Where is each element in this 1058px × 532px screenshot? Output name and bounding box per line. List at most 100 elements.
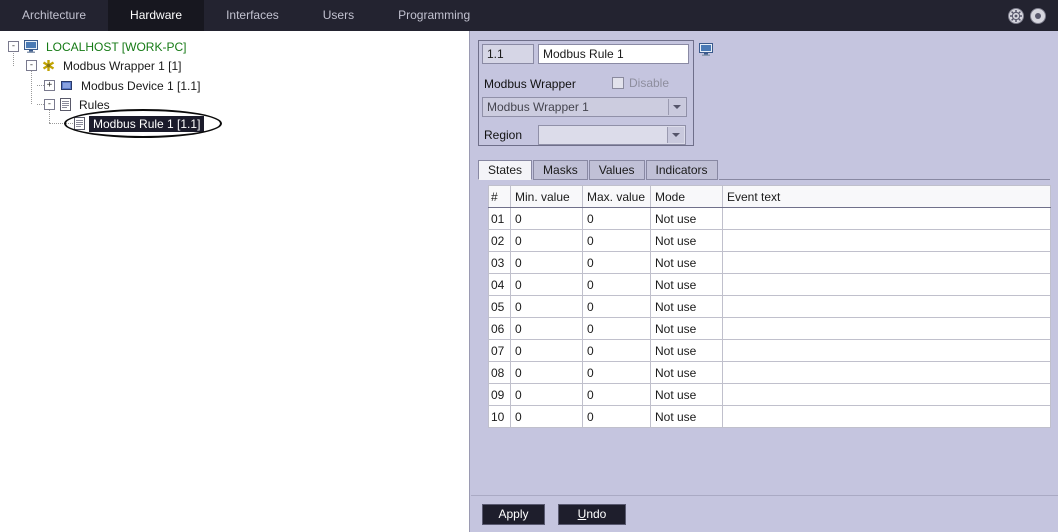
row-number-cell: 10 bbox=[489, 406, 511, 428]
wrapper-icon bbox=[42, 59, 55, 72]
table-header-row: # Min. value Max. value Mode Event text bbox=[489, 186, 1051, 208]
nav-tab-interfaces[interactable]: Interfaces bbox=[204, 0, 301, 31]
min-value-cell[interactable]: 0 bbox=[511, 318, 583, 340]
tree-item-label[interactable]: Modbus Wrapper 1 [1] bbox=[59, 58, 186, 74]
mode-cell[interactable]: Not use bbox=[651, 252, 723, 274]
button-bar: Apply Undo bbox=[471, 495, 1058, 532]
max-value-cell[interactable]: 0 bbox=[583, 318, 651, 340]
row-number-cell: 04 bbox=[489, 274, 511, 296]
disable-label: Disable bbox=[629, 76, 669, 90]
tree-guide-line bbox=[37, 85, 44, 86]
topbar-icons bbox=[1008, 0, 1058, 31]
mode-cell[interactable]: Not use bbox=[651, 384, 723, 406]
chevron-down-icon[interactable] bbox=[667, 127, 684, 143]
event-text-cell[interactable] bbox=[723, 230, 1051, 252]
tree-item-modbus-device[interactable]: + Modbus Device 1 [1.1] bbox=[44, 76, 204, 95]
row-number-cell: 09 bbox=[489, 384, 511, 406]
mode-cell[interactable]: Not use bbox=[651, 406, 723, 428]
table-row: 06 0 0 Not use bbox=[489, 318, 1051, 340]
tree-item-modbus-wrapper[interactable]: - Modbus Wrapper 1 [1] bbox=[26, 56, 186, 75]
nav-tab-hardware[interactable]: Hardware bbox=[108, 0, 204, 31]
collapse-toggle[interactable]: - bbox=[44, 99, 55, 110]
event-text-cell[interactable] bbox=[723, 406, 1051, 428]
min-value-cell[interactable]: 0 bbox=[511, 406, 583, 428]
mode-cell[interactable]: Not use bbox=[651, 362, 723, 384]
nav-tab-users[interactable]: Users bbox=[301, 0, 376, 31]
table-row: 01 0 0 Not use bbox=[489, 208, 1051, 230]
row-number-cell: 05 bbox=[489, 296, 511, 318]
mode-cell[interactable]: Not use bbox=[651, 274, 723, 296]
event-text-cell[interactable] bbox=[723, 208, 1051, 230]
mode-cell[interactable]: Not use bbox=[651, 230, 723, 252]
mode-cell[interactable]: Not use bbox=[651, 208, 723, 230]
mode-cell[interactable]: Not use bbox=[651, 318, 723, 340]
event-text-cell[interactable] bbox=[723, 274, 1051, 296]
collapse-toggle[interactable]: - bbox=[8, 41, 19, 52]
mode-cell[interactable]: Not use bbox=[651, 340, 723, 362]
apply-button[interactable]: Apply bbox=[482, 504, 545, 525]
status-icon[interactable] bbox=[1030, 8, 1046, 24]
tab-masks[interactable]: Masks bbox=[533, 160, 588, 180]
max-value-cell[interactable]: 0 bbox=[583, 252, 651, 274]
tree-item-modbus-rule[interactable]: Modbus Rule 1 [1.1] bbox=[74, 114, 204, 133]
table-row: 09 0 0 Not use bbox=[489, 384, 1051, 406]
row-number-cell: 07 bbox=[489, 340, 511, 362]
wrapper-select: Modbus Wrapper 1 bbox=[482, 97, 687, 117]
collapse-toggle[interactable]: - bbox=[26, 60, 37, 71]
table-row: 05 0 0 Not use bbox=[489, 296, 1051, 318]
mode-cell[interactable]: Not use bbox=[651, 296, 723, 318]
rule-name-field[interactable]: Modbus Rule 1 bbox=[538, 44, 689, 64]
row-number-cell: 08 bbox=[489, 362, 511, 384]
min-value-cell[interactable]: 0 bbox=[511, 274, 583, 296]
tree-item-label[interactable]: Modbus Device 1 [1.1] bbox=[77, 78, 204, 94]
min-value-cell[interactable]: 0 bbox=[511, 296, 583, 318]
max-value-cell[interactable]: 0 bbox=[583, 274, 651, 296]
rule-properties-group: 1.1 Modbus Rule 1 Modbus Wrapper Disable… bbox=[478, 40, 694, 146]
event-text-cell[interactable] bbox=[723, 318, 1051, 340]
region-select[interactable] bbox=[538, 125, 686, 145]
max-value-cell[interactable]: 0 bbox=[583, 362, 651, 384]
undo-button[interactable]: Undo bbox=[558, 504, 626, 525]
tree-item-rules[interactable]: - Rules bbox=[44, 95, 114, 114]
settings-panel: 1.1 Modbus Rule 1 Modbus Wrapper Disable… bbox=[471, 31, 1058, 532]
tree-item-label[interactable]: Rules bbox=[75, 97, 114, 113]
expand-toggle[interactable]: + bbox=[44, 80, 55, 91]
event-text-cell[interactable] bbox=[723, 252, 1051, 274]
tab-values[interactable]: Values bbox=[589, 160, 645, 180]
max-value-cell[interactable]: 0 bbox=[583, 296, 651, 318]
max-value-cell[interactable]: 0 bbox=[583, 384, 651, 406]
min-value-cell[interactable]: 0 bbox=[511, 230, 583, 252]
tab-strip-baseline bbox=[719, 160, 1050, 180]
min-value-cell[interactable]: 0 bbox=[511, 384, 583, 406]
event-text-cell[interactable] bbox=[723, 296, 1051, 318]
nav-tab-programming[interactable]: Programming bbox=[376, 0, 492, 31]
max-value-cell[interactable]: 0 bbox=[583, 406, 651, 428]
table-row: 03 0 0 Not use bbox=[489, 252, 1051, 274]
max-value-cell[interactable]: 0 bbox=[583, 340, 651, 362]
tab-states[interactable]: States bbox=[478, 160, 532, 180]
gear-icon[interactable] bbox=[1008, 8, 1024, 24]
event-text-cell[interactable] bbox=[723, 384, 1051, 406]
min-value-cell[interactable]: 0 bbox=[511, 362, 583, 384]
max-value-cell[interactable]: 0 bbox=[583, 230, 651, 252]
tab-indicators[interactable]: Indicators bbox=[646, 160, 718, 180]
min-value-cell[interactable]: 0 bbox=[511, 208, 583, 230]
document-icon bbox=[74, 117, 85, 130]
row-number-cell: 02 bbox=[489, 230, 511, 252]
min-value-cell[interactable]: 0 bbox=[511, 252, 583, 274]
table-row: 02 0 0 Not use bbox=[489, 230, 1051, 252]
tree-item-label-selected[interactable]: Modbus Rule 1 [1.1] bbox=[89, 116, 204, 132]
undo-label-rest: ndo bbox=[586, 507, 606, 521]
states-table: # Min. value Max. value Mode Event text … bbox=[488, 185, 1051, 428]
event-text-cell[interactable] bbox=[723, 362, 1051, 384]
tree-item-localhost[interactable]: - LOCALHOST [WORK-PC] bbox=[8, 37, 190, 56]
max-value-cell[interactable]: 0 bbox=[583, 208, 651, 230]
min-value-cell[interactable]: 0 bbox=[511, 340, 583, 362]
wrapper-label: Modbus Wrapper bbox=[484, 77, 576, 91]
nav-tab-architecture[interactable]: Architecture bbox=[0, 0, 108, 31]
tree-item-label[interactable]: LOCALHOST [WORK-PC] bbox=[42, 39, 190, 55]
row-number-cell: 06 bbox=[489, 318, 511, 340]
event-text-cell[interactable] bbox=[723, 340, 1051, 362]
header-mode: Mode bbox=[651, 186, 723, 208]
tree-guide-line bbox=[31, 71, 32, 104]
